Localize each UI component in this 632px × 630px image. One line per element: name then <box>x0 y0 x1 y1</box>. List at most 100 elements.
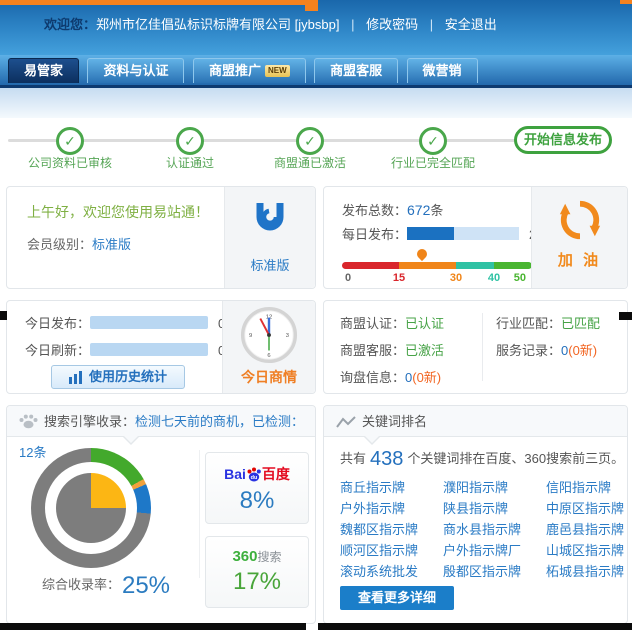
top-orange-tab <box>305 0 318 11</box>
boost-panel: 加 油 <box>531 187 627 288</box>
logout-link[interactable]: 安全退出 <box>445 17 497 32</box>
tab-yiguanjia[interactable]: 易管家 <box>8 58 79 83</box>
status-row: 询盘信息：0(0新) <box>340 367 441 386</box>
daily-publish-gauge: 0 15 30 40 50 <box>342 247 532 287</box>
seo-divider <box>199 450 200 578</box>
usage-history-button[interactable]: 使用历史统计 <box>51 365 185 389</box>
so360-rate-box[interactable]: 360搜索 17% <box>205 536 309 608</box>
check-circle-icon: ✓ <box>419 127 447 155</box>
so360-logo-cn: 搜索 <box>258 550 282 564</box>
status-card: 商盟认证：已认证 商盟客服：已激活 询盘信息：0(0新) 行业匹配：已匹配 服务… <box>323 300 628 394</box>
seo-index-card: 搜索引擎收录：检测七天前的商机，已检测：12条 综合收录率：25% Bai du… <box>6 405 316 624</box>
tab-label: 资料与认证 <box>103 63 168 78</box>
overall-rate-label: 综合收录率： <box>42 577 120 592</box>
gauge-tick: 0 <box>345 272 351 284</box>
step-label-audited: 公司资料已审核 <box>10 154 130 171</box>
keyword-link[interactable]: 柘城县指示牌 <box>546 564 632 579</box>
status-value[interactable]: 已认证 <box>405 316 444 331</box>
overall-rate-line: 综合收录率：25% <box>15 572 197 600</box>
main-nav: 易管家 资料与认证 商盟推广NEW 商盟客服 微营销 <box>0 55 632 88</box>
keyword-link[interactable]: 滚动系统批发 <box>340 564 443 579</box>
status-label: 服务记录： <box>496 343 561 358</box>
so360-logo: 360搜索 <box>206 548 308 565</box>
keyword-link[interactable]: 濮阳指示牌 <box>443 480 546 495</box>
keyword-link[interactable]: 陕县指示牌 <box>443 501 546 516</box>
tab-profile-cert[interactable]: 资料与认证 <box>87 58 184 83</box>
top-orange-corner <box>620 0 632 4</box>
status-value[interactable]: 已匹配 <box>561 316 600 331</box>
overall-rate-value: 25% <box>122 572 170 599</box>
keyword-rank-card: 关键词排名 共有438个关键词排在百度、360搜索前三页。 商丘指示牌 濮阳指示… <box>323 405 628 624</box>
business-news-link[interactable]: 今日商情 <box>223 367 315 387</box>
header-tail <box>124 436 138 443</box>
keyword-grid: 商丘指示牌 濮阳指示牌 信阳指示牌 户外指示牌 陕县指示牌 中原区指示牌 魏都区… <box>340 480 622 579</box>
baidu-logo-text: Bai <box>224 466 246 482</box>
today-publish-bar <box>90 316 208 329</box>
nav-sub-strip <box>0 88 632 118</box>
baidu-paw-icon: du <box>246 467 262 482</box>
status-divider <box>482 313 483 381</box>
status-label: 商盟认证： <box>340 316 405 331</box>
keyword-link[interactable]: 殷都区指示牌 <box>443 564 546 579</box>
bottom-bar-right <box>318 623 632 630</box>
keyword-link[interactable]: 山城区指示牌 <box>546 543 632 558</box>
refresh-boost-icon <box>557 197 603 243</box>
top-orange-bar <box>0 0 318 5</box>
gauge-tick: 50 <box>514 272 526 284</box>
left-edge-artifact <box>0 311 7 320</box>
trend-line-icon <box>336 415 356 429</box>
seo-donut-inner-pie <box>56 473 126 543</box>
member-level-link[interactable]: 标准版 <box>92 237 131 252</box>
daily-publish-row: 每日发布： 21条 <box>342 224 556 243</box>
keyword-card-title: 关键词排名 <box>362 414 427 429</box>
keyword-link[interactable]: 魏都区指示牌 <box>340 522 443 537</box>
baidu-rate-box[interactable]: Bai du 百度 8% <box>205 452 309 524</box>
svg-text:3: 3 <box>286 333 289 339</box>
header-divider: | <box>430 17 433 32</box>
clock-icon: 12 3 6 9 <box>240 306 298 364</box>
right-edge-artifact <box>619 312 632 320</box>
keyword-link[interactable]: 信阳指示牌 <box>546 480 632 495</box>
gauge-bar <box>342 262 532 269</box>
business-news-panel: 12 3 6 9 今日商情 <box>222 301 315 393</box>
seo-title-label: 搜索引擎收录： <box>44 414 135 429</box>
tab-wechat-marketing[interactable]: 微营销 <box>407 58 478 83</box>
so360-rate-value: 17% <box>206 568 308 596</box>
keyword-link[interactable]: 户外指示牌 <box>340 501 443 516</box>
status-extra: (0新) <box>568 343 597 358</box>
member-level-label: 会员级别： <box>27 237 92 252</box>
keyword-link[interactable]: 商水县指示牌 <box>443 522 546 537</box>
today-publish-row: 今日发布： 0条 <box>25 313 238 332</box>
baidu-rate-value: 8% <box>206 487 308 515</box>
tab-label: 微营销 <box>423 63 462 78</box>
keyword-link[interactable]: 中原区指示牌 <box>546 501 632 516</box>
status-row: 服务记录：0(0新) <box>496 340 597 359</box>
keyword-link[interactable]: 商丘指示牌 <box>340 480 443 495</box>
check-circle-icon: ✓ <box>296 127 324 155</box>
tab-label: 商盟客服 <box>330 63 382 78</box>
publish-total-value: 672 <box>407 202 430 218</box>
step-label-certified: 认证通过 <box>130 154 250 171</box>
publish-total-row: 发布总数：672条 <box>342 200 443 219</box>
daily-progress-track <box>407 227 519 240</box>
paw-icon <box>19 414 38 429</box>
keyword-link[interactable]: 顺河区指示牌 <box>340 543 443 558</box>
start-publish-button[interactable]: 开始信息发布 <box>514 126 612 154</box>
today-publish-label: 今日发布： <box>25 313 90 332</box>
status-label: 询盘信息： <box>340 370 405 385</box>
baidu-logo-cn: 百度 <box>262 466 290 482</box>
step-label-activated: 商盟通已激活 <box>250 154 370 171</box>
status-value[interactable]: 已激活 <box>405 343 444 358</box>
keyword-link[interactable]: 户外指示牌厂 <box>443 543 546 558</box>
tab-alliance-promo[interactable]: 商盟推广NEW <box>193 58 306 83</box>
keyword-link[interactable]: 鹿邑县指示牌 <box>546 522 632 537</box>
change-password-link[interactable]: 修改密码 <box>366 17 418 32</box>
boost-link[interactable]: 加 油 <box>532 249 627 270</box>
keyword-summary-prefix: 共有 <box>340 451 366 466</box>
view-more-button[interactable]: 查看更多详细 <box>340 586 454 610</box>
gauge-pin-icon <box>415 247 429 261</box>
keyword-summary-suffix: 个关键词排在百度、360搜索前三页。 <box>407 451 624 466</box>
keyword-summary: 共有438个关键词排在百度、360搜索前三页。 <box>340 448 624 471</box>
tab-alliance-service[interactable]: 商盟客服 <box>314 58 398 83</box>
bottom-bar-left <box>0 623 306 630</box>
